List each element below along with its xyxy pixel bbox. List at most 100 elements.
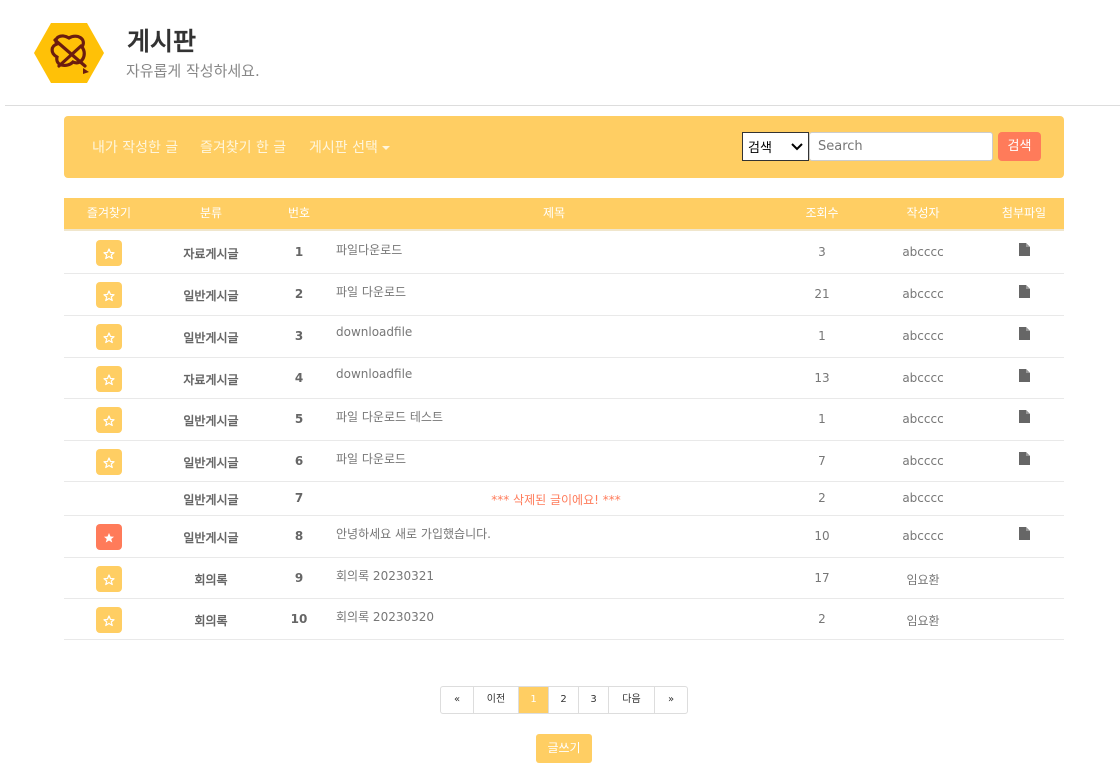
row-views: 21 — [814, 287, 830, 301]
star-outline-icon — [103, 456, 115, 469]
table-row[interactable]: 일반게시글 6 파일 다운로드 7 abcccc — [64, 441, 1064, 482]
row-author: abcccc — [902, 245, 944, 259]
star-outline-icon — [103, 614, 115, 627]
row-number: 6 — [294, 454, 304, 468]
row-title-link[interactable]: downloadfile — [336, 367, 776, 381]
row-category: 회의록 — [194, 614, 228, 628]
row-title-link[interactable]: 회의록 20230320 — [336, 608, 776, 625]
file-icon[interactable] — [1019, 327, 1031, 341]
star-outline-icon — [103, 331, 115, 344]
favorite-toggle[interactable] — [96, 607, 122, 633]
row-title-link[interactable]: 파일 다운로드 테스트 — [336, 408, 776, 425]
file-icon[interactable] — [1019, 527, 1031, 541]
star-outline-icon — [103, 289, 115, 302]
row-number: 3 — [294, 329, 304, 343]
page-button-1[interactable]: 1 — [519, 687, 549, 713]
favorite-toggle-on[interactable] — [96, 524, 122, 550]
caret-down-icon — [381, 146, 390, 150]
page-next-button[interactable]: 다음 — [609, 687, 655, 713]
row-author: abcccc — [902, 287, 944, 301]
favorite-posts-link[interactable]: 즐겨찾기 한 글 — [200, 137, 286, 157]
favorite-toggle[interactable] — [96, 566, 122, 592]
row-number: 7 — [294, 491, 304, 505]
row-views: 7 — [818, 454, 826, 468]
col-views: 조회수 — [805, 206, 839, 220]
row-category: 일반게시글 — [183, 331, 239, 345]
row-category: 자료게시글 — [183, 373, 239, 387]
row-author: abcccc — [902, 412, 944, 426]
search-button[interactable]: 검색 — [998, 132, 1041, 161]
row-category: 회의록 — [194, 573, 228, 587]
row-author: 임요환 — [906, 614, 940, 628]
logo-icon[interactable] — [33, 22, 105, 84]
row-category: 일반게시글 — [183, 493, 239, 507]
row-author: abcccc — [902, 371, 944, 385]
search-input[interactable] — [809, 132, 993, 161]
table-row[interactable]: 일반게시글 5 파일 다운로드 테스트 1 abcccc — [64, 399, 1064, 441]
row-title-link[interactable]: 파일 다운로드 — [336, 450, 776, 467]
file-icon[interactable] — [1019, 452, 1031, 466]
file-icon[interactable] — [1019, 243, 1031, 257]
row-category: 일반게시글 — [183, 414, 239, 428]
table-row[interactable]: 일반게시글 3 downloadfile 1 abcccc — [64, 316, 1064, 358]
page-prev-button[interactable]: 이전 — [474, 687, 519, 713]
table-row[interactable]: 회의록 9 회의록 20230321 17 임요환 — [64, 558, 1064, 599]
favorite-toggle[interactable] — [96, 324, 122, 350]
col-title: 제목 — [542, 206, 566, 220]
row-views: 1 — [818, 412, 826, 426]
page-first-button[interactable]: « — [441, 687, 474, 713]
file-icon[interactable] — [1019, 285, 1031, 299]
my-posts-link[interactable]: 내가 작성한 글 — [92, 137, 178, 157]
col-category: 분류 — [199, 206, 223, 220]
row-views: 10 — [814, 529, 830, 543]
table-row[interactable]: 일반게시글 8 안녕하세요 새로 가입했습니다. 10 abcccc — [64, 516, 1064, 558]
table-row[interactable]: 자료게시글 1 파일다운로드 3 abcccc — [64, 232, 1064, 274]
star-outline-icon — [103, 247, 115, 260]
favorite-toggle[interactable] — [96, 407, 122, 433]
file-icon[interactable] — [1019, 369, 1031, 383]
row-number: 9 — [294, 571, 304, 585]
page-button-3[interactable]: 3 — [579, 687, 609, 713]
row-number: 2 — [294, 287, 304, 301]
row-number: 1 — [294, 245, 304, 259]
write-post-button[interactable]: 글쓰기 — [536, 734, 592, 763]
table-header: 즐겨찾기 분류 번호 제목 조회수 작성자 첨부파일 — [64, 198, 1064, 231]
col-favorite: 즐겨찾기 — [86, 206, 132, 220]
col-attachment: 첨부파일 — [1001, 206, 1047, 220]
row-title-link[interactable]: downloadfile — [336, 325, 776, 339]
favorite-toggle[interactable] — [96, 449, 122, 475]
row-views: 17 — [814, 571, 830, 585]
row-category: 자료게시글 — [183, 247, 239, 261]
col-number: 번호 — [287, 206, 311, 220]
favorite-toggle[interactable] — [96, 282, 122, 308]
row-title-link[interactable]: 안녕하세요 새로 가입했습니다. — [336, 525, 776, 542]
row-author: 임요환 — [906, 573, 940, 587]
file-icon[interactable] — [1019, 410, 1031, 424]
star-outline-icon — [103, 573, 115, 586]
page-button-2[interactable]: 2 — [549, 687, 579, 713]
table-row[interactable]: 일반게시글 7 *** 삭제된 글이에요! *** 2 abcccc — [64, 482, 1064, 516]
star-filled-icon — [103, 532, 115, 544]
row-title-link[interactable]: 회의록 20230321 — [336, 567, 776, 584]
row-category: 일반게시글 — [183, 289, 239, 303]
favorite-toggle[interactable] — [96, 366, 122, 392]
row-views: 13 — [814, 371, 830, 385]
chevron-down-icon — [791, 142, 803, 150]
search-type-select[interactable]: 검색 — [742, 132, 809, 161]
row-author: abcccc — [902, 529, 944, 543]
table-row[interactable]: 일반게시글 2 파일 다운로드 21 abcccc — [64, 274, 1064, 316]
pagination: « 이전 1 2 3 다음 » — [440, 686, 688, 714]
row-author: abcccc — [902, 329, 944, 343]
table-row[interactable]: 회의록 10 회의록 20230320 2 임요환 — [64, 599, 1064, 640]
row-title-link[interactable]: 파일 다운로드 — [336, 283, 776, 300]
board-select-dropdown[interactable]: 게시판 선택 — [309, 137, 390, 157]
row-views: 3 — [818, 245, 826, 259]
table-row[interactable]: 자료게시글 4 downloadfile 13 abcccc — [64, 358, 1064, 399]
row-number: 4 — [294, 371, 304, 385]
row-title-link[interactable]: 파일다운로드 — [336, 241, 776, 258]
row-author: abcccc — [902, 491, 944, 505]
header-divider — [5, 105, 1120, 106]
page-last-button[interactable]: » — [655, 687, 687, 713]
page-title: 게시판 — [127, 27, 197, 56]
favorite-toggle[interactable] — [96, 240, 122, 266]
